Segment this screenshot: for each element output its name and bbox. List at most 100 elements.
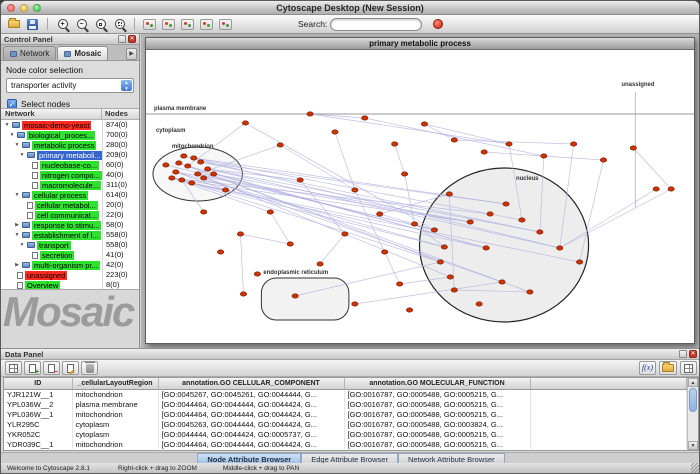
float-panel-icon[interactable]: [118, 35, 126, 43]
node[interactable]: [451, 138, 457, 142]
tree-row[interactable]: ▼transport558(0): [1, 240, 139, 250]
plugin-manager-button[interactable]: [429, 16, 446, 32]
table-row[interactable]: YPL036W__2plasma membrane[GO:0044464, GO…: [4, 399, 687, 409]
table-cell[interactable]: [GO:0044464, GO:0044444, GO:0044424, G..…: [158, 439, 344, 449]
node[interactable]: [406, 308, 412, 312]
tree-column-network[interactable]: Network: [1, 109, 102, 119]
node[interactable]: [342, 232, 348, 236]
zoom-selected-region-button[interactable]: [92, 16, 109, 32]
node[interactable]: [352, 188, 358, 192]
table-cell[interactable]: YLR295C: [4, 419, 72, 429]
close-panel-icon[interactable]: ✕: [689, 350, 697, 358]
node[interactable]: [176, 161, 182, 165]
node[interactable]: [446, 192, 452, 196]
equation-builder-button[interactable]: f(x): [639, 361, 656, 375]
tree-row[interactable]: Overview8(0): [1, 280, 139, 290]
table-cell[interactable]: [GO:0044464, GO:0044444, GO:0044424, G..…: [158, 409, 344, 419]
table-cell[interactable]: [GO:0016787, GO:0005488, GO:0005215, G..…: [344, 429, 530, 439]
edge[interactable]: [310, 114, 365, 118]
tree-row[interactable]: ▼primary metaboli...209(0): [1, 150, 139, 160]
network-svg[interactable]: plasma membranecytoplasmmitochondrionnuc…: [146, 50, 694, 343]
node[interactable]: [570, 142, 576, 146]
edge[interactable]: [270, 212, 290, 244]
table-cell[interactable]: cytoplasm: [72, 429, 158, 439]
delete-attribute-button[interactable]: [43, 361, 60, 375]
table-cell[interactable]: [GO:0016787, GO:0005488, GO:0005215, G..…: [344, 439, 530, 449]
node[interactable]: [396, 282, 402, 286]
table-row[interactable]: YLR295Ccytoplasm[GO:0045263, GO:0044444,…: [4, 419, 687, 429]
node[interactable]: [437, 260, 443, 264]
table-cell[interactable]: [530, 399, 687, 409]
tab-mosaic[interactable]: Mosaic: [57, 46, 108, 60]
attribute-batch-editor-button[interactable]: [680, 361, 697, 375]
node[interactable]: [467, 220, 473, 224]
scroll-down-icon[interactable]: ▼: [688, 441, 698, 450]
table-cell[interactable]: mitochondrion: [72, 409, 158, 419]
node[interactable]: [307, 112, 313, 116]
tree-row[interactable]: ▶multi-organism pr...42(0): [1, 260, 139, 270]
node[interactable]: [421, 122, 427, 126]
node[interactable]: [600, 158, 606, 162]
show-graphics-details-button[interactable]: [141, 16, 158, 32]
edge[interactable]: [424, 124, 509, 144]
node[interactable]: [204, 167, 210, 171]
node[interactable]: [377, 212, 383, 216]
column-header[interactable]: _cellularLayoutRegion: [72, 378, 158, 389]
node[interactable]: [630, 146, 636, 150]
minimize-window-button[interactable]: [20, 4, 28, 12]
node[interactable]: [198, 160, 204, 164]
node[interactable]: [195, 172, 201, 176]
node[interactable]: [181, 154, 187, 158]
tree-row[interactable]: secretion41(0): [1, 250, 139, 260]
table-cell[interactable]: mitochondrion: [72, 389, 158, 399]
node[interactable]: [277, 143, 283, 147]
search-input[interactable]: [330, 18, 422, 31]
edge[interactable]: [240, 234, 290, 244]
expand-arrow-icon[interactable]: ▼: [14, 192, 20, 198]
save-session-button[interactable]: [24, 16, 41, 32]
edge[interactable]: [580, 160, 604, 262]
edge[interactable]: [454, 140, 573, 144]
network-canvas[interactable]: plasma membranecytoplasmmitochondrionnuc…: [146, 50, 694, 343]
table-cell[interactable]: mitochondrion: [72, 439, 158, 449]
table-cell[interactable]: YJR121W__1: [4, 389, 72, 399]
expand-arrow-icon[interactable]: ▼: [19, 152, 25, 158]
node[interactable]: [499, 280, 505, 284]
node[interactable]: [254, 272, 260, 276]
tree-row[interactable]: ▼establishment of l...558(0): [1, 230, 139, 240]
modify-attribute-button[interactable]: [62, 361, 79, 375]
node[interactable]: [210, 172, 216, 176]
node[interactable]: [451, 288, 457, 292]
scrollbar-thumb[interactable]: [689, 388, 697, 412]
column-header[interactable]: [530, 378, 687, 389]
tree-row[interactable]: cell communicat...22(0): [1, 210, 139, 220]
table-cell[interactable]: [GO:0045267, GO:0045261, GO:0044444, G..…: [158, 389, 344, 399]
edge[interactable]: [310, 114, 509, 144]
node[interactable]: [541, 154, 547, 158]
edge[interactable]: [240, 234, 243, 294]
color-attribute-dropdown[interactable]: transporter activity ▲▼: [6, 78, 134, 93]
table-cell[interactable]: YDR039C__1: [4, 439, 72, 449]
select-attributes-button[interactable]: [5, 361, 22, 375]
node[interactable]: [267, 210, 273, 214]
hide-selected-nodes-button[interactable]: [160, 16, 177, 32]
tree-row[interactable]: ▼cellular process614(0): [1, 190, 139, 200]
tree-row[interactable]: unassigned223(0): [1, 270, 139, 280]
table-cell[interactable]: [GO:0044464, GO:0044444, GO:0044424, G..…: [158, 399, 344, 409]
table-cell[interactable]: [GO:0016787, GO:0005488, GO:0003824, G..…: [344, 419, 530, 429]
table-row[interactable]: YKR052Ccytoplasm[GO:0044444, GO:0044424,…: [4, 429, 687, 439]
table-cell[interactable]: [GO:0016787, GO:0005488, GO:0005215, G..…: [344, 409, 530, 419]
network-view-title[interactable]: primary metabolic process: [146, 38, 694, 50]
table-cell[interactable]: [530, 389, 687, 399]
clear-selected-cells-button[interactable]: [81, 361, 98, 375]
expand-arrow-icon[interactable]: ▼: [14, 142, 20, 148]
node[interactable]: [411, 222, 417, 226]
tab-network[interactable]: Network: [3, 46, 56, 60]
node[interactable]: [557, 246, 563, 250]
tree-column-nodes[interactable]: Nodes: [102, 109, 139, 119]
node[interactable]: [352, 302, 358, 306]
table-cell[interactable]: [530, 419, 687, 429]
node[interactable]: [287, 242, 293, 246]
node[interactable]: [191, 156, 197, 160]
node[interactable]: [503, 202, 509, 206]
